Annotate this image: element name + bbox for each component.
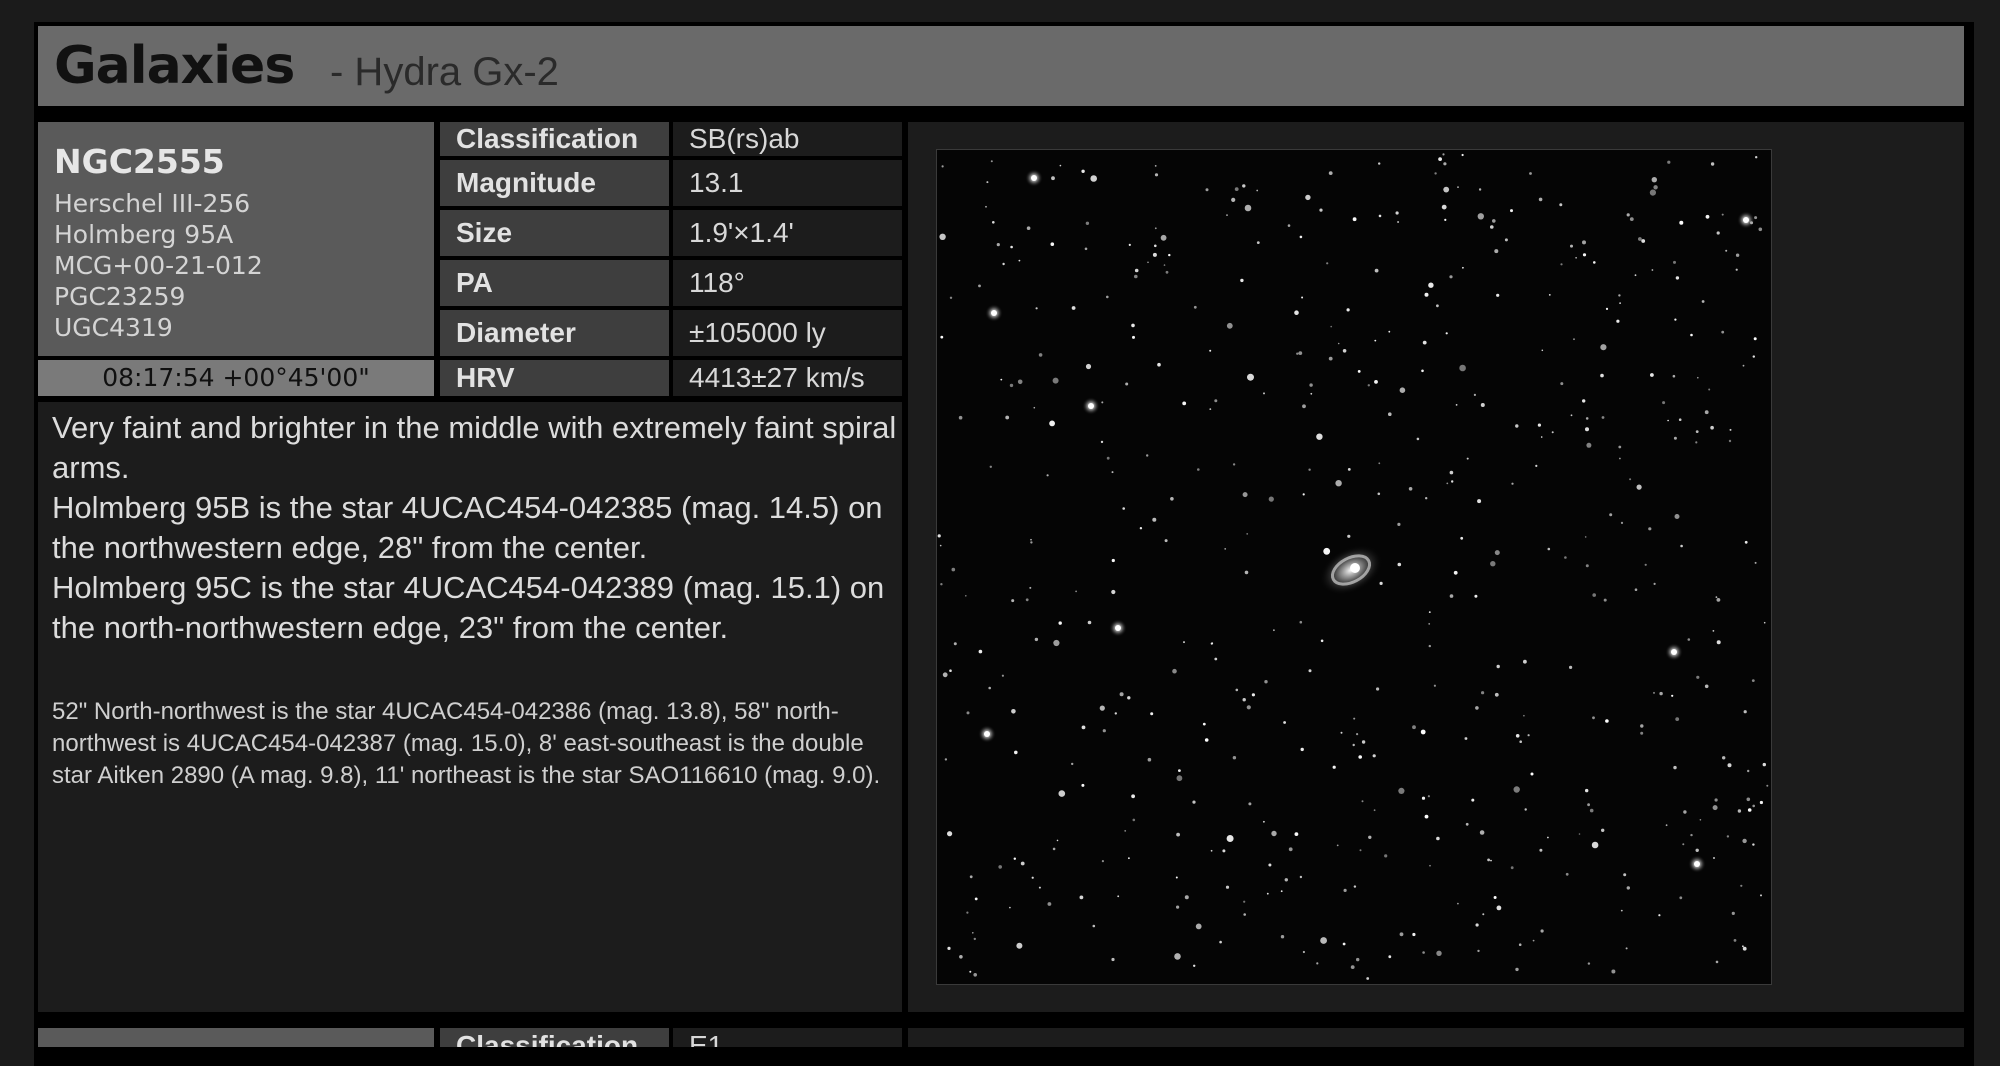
property-value: 1.9'×1.4' <box>673 210 902 256</box>
property-row: PA 118° <box>440 260 902 306</box>
page-header: Galaxies - Hydra Gx-2 <box>38 26 1964 106</box>
property-value: SB(rs)ab <box>673 122 902 156</box>
object-coordinates: 08:17:54 +00°45'00" <box>38 360 434 396</box>
next-entry-image-panel <box>908 1028 1964 1047</box>
property-row: Classification SB(rs)ab <box>440 122 902 156</box>
property-label: Magnitude <box>440 160 669 206</box>
next-entry-row: Classification E1 <box>440 1028 902 1047</box>
object-alias: MCG+00-21-012 <box>54 251 263 280</box>
object-alias: Holmberg 95A <box>54 220 234 249</box>
properties-table: Classification SB(rs)ab Magnitude 13.1 S… <box>440 122 902 396</box>
description-main: Very faint and brighter in the middle wi… <box>52 410 897 645</box>
property-label: PA <box>440 260 669 306</box>
property-value: ±105000 ly <box>673 310 902 356</box>
property-row: HRV 4413±27 km/s <box>440 360 902 396</box>
property-row: Size 1.9'×1.4' <box>440 210 902 256</box>
property-row: Magnitude 13.1 <box>440 160 902 206</box>
property-label: HRV <box>440 360 669 396</box>
description-secondary: 52" North-northwest is the star 4UCAC454… <box>52 698 881 789</box>
page-subtitle: - Hydra Gx-2 <box>330 50 559 94</box>
description-panel: Very faint and brighter in the middle wi… <box>38 402 902 1012</box>
property-value: E1 <box>673 1028 902 1047</box>
object-name: NGC2555 <box>54 142 225 181</box>
galaxy-mark <box>1319 544 1383 596</box>
property-value: 118° <box>673 260 902 306</box>
property-label: Classification <box>440 122 669 156</box>
object-alias: PGC23259 <box>54 282 186 311</box>
property-label: Size <box>440 210 669 256</box>
object-name-box: NGC2555 Herschel III-256 Holmberg 95A MC… <box>38 122 434 356</box>
property-label: Diameter <box>440 310 669 356</box>
page-title: Galaxies <box>54 36 295 96</box>
property-value: 13.1 <box>673 160 902 206</box>
object-alias: Herschel III-256 <box>54 189 251 218</box>
property-label: Classification <box>440 1028 669 1047</box>
galaxy-photo <box>936 149 1772 985</box>
starfield-image <box>937 153 1769 980</box>
property-row: Diameter ±105000 ly <box>440 310 902 356</box>
next-entry-namebox <box>38 1028 434 1047</box>
property-value: 4413±27 km/s <box>673 360 902 396</box>
object-alias: UGC4319 <box>54 313 173 342</box>
